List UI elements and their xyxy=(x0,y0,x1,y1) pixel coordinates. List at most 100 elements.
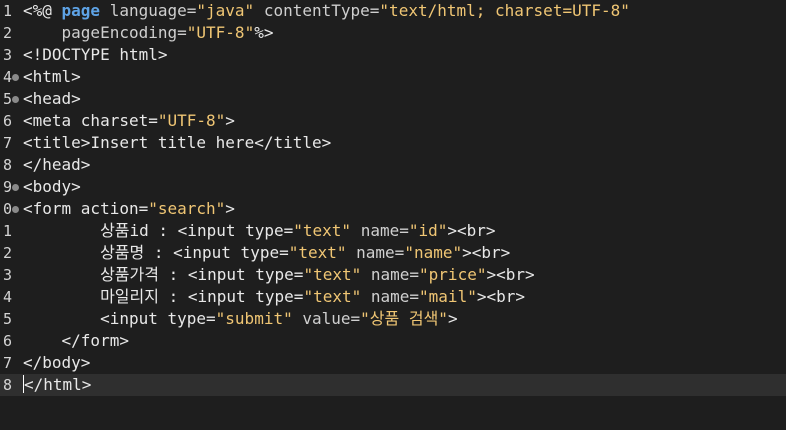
code-text: <html> xyxy=(23,66,81,88)
code-token: value= xyxy=(292,309,361,328)
code-token: <input type= xyxy=(187,287,304,306)
code-token: 상품id : xyxy=(23,221,178,240)
code-line[interactable]: 2 상품명 : <input type="text" name="name"><… xyxy=(0,242,786,264)
code-text: </html> xyxy=(23,374,91,396)
code-token: <input type= xyxy=(23,309,216,328)
code-token: > xyxy=(225,111,235,130)
code-line[interactable]: 9 <body> xyxy=(0,176,786,198)
code-text: <head> xyxy=(23,88,81,110)
code-token: <title> xyxy=(23,133,91,152)
code-token: "상품 검색" xyxy=(360,309,448,328)
code-line[interactable]: 7 <title>Insert title here</title> xyxy=(0,132,786,154)
line-number: 2 xyxy=(2,24,12,42)
code-line[interactable]: 8 </head> xyxy=(0,154,786,176)
code-token: name= xyxy=(346,243,405,262)
code-line[interactable]: 8 </html> xyxy=(0,374,786,396)
code-token: <input type= xyxy=(173,243,289,262)
code-token: <meta charset= xyxy=(23,111,158,130)
code-token: "text" xyxy=(288,243,347,262)
fold-toggle-icon[interactable] xyxy=(12,184,19,191)
code-token: "price" xyxy=(419,265,487,284)
code-editor[interactable]: 1 <%@ page language="java" contentType="t… xyxy=(0,0,786,430)
line-number: 5 xyxy=(2,90,12,108)
code-token: %> xyxy=(254,23,274,42)
code-line[interactable]: 1 <%@ page language="java" contentType="t… xyxy=(0,0,786,22)
code-token: <body> xyxy=(23,177,81,196)
line-number: 8 xyxy=(2,376,12,394)
code-token: > xyxy=(447,309,458,328)
code-token: > xyxy=(225,199,235,218)
code-token: </title> xyxy=(254,133,332,152)
code-line[interactable]: 5 <input type="submit" value="상품 검색"> xyxy=(0,308,786,330)
code-token: "UTF-8" xyxy=(186,23,255,42)
code-token: <!DOCTYPE html> xyxy=(23,45,168,64)
line-number: 2 xyxy=(2,244,12,262)
code-line[interactable]: 7 </body> xyxy=(0,352,786,374)
line-number: 9 xyxy=(2,178,12,196)
fold-toggle-icon[interactable] xyxy=(12,96,19,103)
code-line[interactable]: 4 마일리지 : <input type="text" name="mail">… xyxy=(0,286,786,308)
code-text: pageEncoding="UTF-8"%> xyxy=(23,22,274,44)
line-number: 4 xyxy=(2,68,12,86)
code-token: </form> xyxy=(23,331,129,350)
code-token: <head> xyxy=(23,89,81,108)
code-token: "text" xyxy=(293,221,352,240)
code-token: </head> xyxy=(23,155,91,174)
code-line[interactable]: 3 <!DOCTYPE html> xyxy=(0,44,786,66)
code-token: page xyxy=(61,1,101,20)
code-token: contentType= xyxy=(254,1,380,20)
code-token: name= xyxy=(361,287,420,306)
editor-lines[interactable]: 1 <%@ page language="java" contentType="t… xyxy=(0,0,786,396)
code-text: 상품가격 : <input type="text" name="price"><… xyxy=(23,264,535,286)
code-token: name= xyxy=(351,221,409,240)
line-number: 7 xyxy=(2,354,12,372)
line-number: 3 xyxy=(2,266,12,284)
line-number: 3 xyxy=(2,46,12,64)
code-text: <title>Insert title here</title> xyxy=(23,132,331,154)
fold-toggle-icon[interactable] xyxy=(12,74,19,81)
code-text: <body> xyxy=(23,176,81,198)
code-token: language= xyxy=(100,1,197,20)
code-line[interactable]: 5 <head> xyxy=(0,88,786,110)
line-number: 1 xyxy=(2,222,12,240)
code-token: "search" xyxy=(148,199,226,218)
code-token: ><br> xyxy=(486,265,535,284)
code-token: ><br> xyxy=(462,243,511,262)
code-line[interactable]: 6 </form> xyxy=(0,330,786,352)
code-token: "name" xyxy=(404,243,463,262)
code-token: "text" xyxy=(303,287,362,306)
code-token: "text/html; charset=UTF-8" xyxy=(379,1,630,20)
code-line[interactable]: 0 <form action="search"> xyxy=(0,198,786,220)
code-line[interactable]: 3 상품가격 : <input type="text" name="price"… xyxy=(0,264,786,286)
code-text: <meta charset="UTF-8"> xyxy=(23,110,235,132)
line-number: 4 xyxy=(2,288,12,306)
code-line[interactable]: 2 pageEncoding="UTF-8"%> xyxy=(0,22,786,44)
code-token: <html> xyxy=(23,67,81,86)
code-token: "submit" xyxy=(215,309,293,328)
code-token: <%@ xyxy=(23,1,62,20)
code-token: <form action= xyxy=(23,199,149,218)
code-token: ><br> xyxy=(476,287,525,306)
code-token: Insert title here xyxy=(90,133,255,152)
code-token: ><br> xyxy=(447,221,496,240)
code-token: "text" xyxy=(303,265,362,284)
line-number: 6 xyxy=(2,332,12,350)
line-number: 0 xyxy=(2,200,12,218)
code-token: "java" xyxy=(196,1,255,20)
code-line[interactable]: 4 <html> xyxy=(0,66,786,88)
code-line[interactable]: 1 상품id : <input type="text" name="id"><b… xyxy=(0,220,786,242)
code-token: 상품명 : xyxy=(23,243,174,262)
code-token: pageEncoding= xyxy=(23,23,187,42)
line-number: 8 xyxy=(2,156,12,174)
code-token: name= xyxy=(361,265,420,284)
code-token: 상품가격 : xyxy=(23,265,188,284)
code-token: </body> xyxy=(23,353,91,372)
fold-toggle-icon[interactable] xyxy=(12,206,19,213)
code-text: </form> xyxy=(23,330,129,352)
code-text: 상품id : <input type="text" name="id"><br> xyxy=(23,220,496,242)
code-text: </head> xyxy=(23,154,90,176)
line-number: 1 xyxy=(2,2,12,20)
code-text: <!DOCTYPE html> xyxy=(23,44,168,66)
code-token: 마일리지 : xyxy=(23,287,188,306)
code-line[interactable]: 6 <meta charset="UTF-8"> xyxy=(0,110,786,132)
